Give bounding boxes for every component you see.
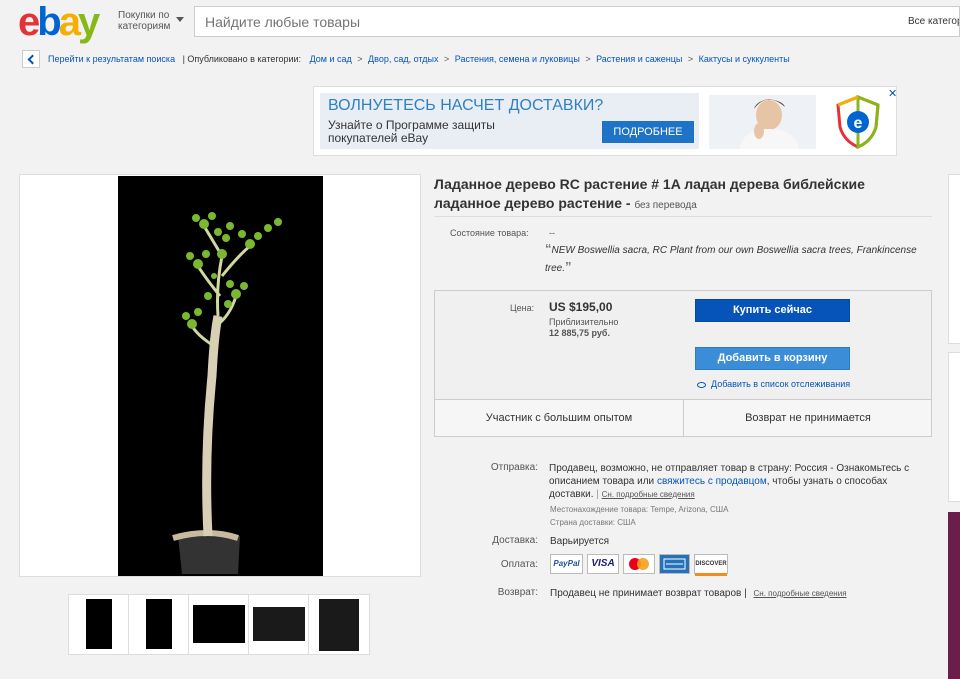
returns-info: Продавец не принимает возврат товаров | … xyxy=(550,587,847,600)
delivery-label: Доставка: xyxy=(492,535,538,546)
ships-to: Страна доставки: США xyxy=(550,518,636,527)
delivery-value: Варьируется xyxy=(550,536,610,547)
shop-by-category-button[interactable]: Покупки по категориям xyxy=(118,10,188,32)
boswellia-plant-photo xyxy=(118,176,323,576)
watchlist-label: Добавить в список отслеживания xyxy=(711,379,851,389)
condition-value: -- xyxy=(549,228,555,238)
svg-text:e: e xyxy=(854,115,863,132)
right-panel xyxy=(948,352,960,502)
buyer-protection-banner[interactable]: ВОЛНУЕТЕСЬ НАСЧЕТ ДОСТАВКИ? Узнайте о Пр… xyxy=(313,86,897,156)
main-product-image[interactable] xyxy=(19,174,421,577)
divider xyxy=(434,216,932,217)
thumbnail-image[interactable] xyxy=(189,595,249,654)
banner-headline: ВОЛНУЕТЕСЬ НАСЧЕТ ДОСТАВКИ? xyxy=(328,97,604,114)
shipping-info: Продавец, возможно, не отправляет товар … xyxy=(549,463,910,500)
breadcrumb-separator: > xyxy=(357,54,363,64)
paypal-icon: PayPal xyxy=(550,554,583,574)
ebay-logo[interactable]: ebay xyxy=(18,2,100,42)
amex-icon xyxy=(659,554,690,574)
category-select[interactable]: Все категории xyxy=(898,6,960,37)
thumbnail-image[interactable] xyxy=(309,595,369,654)
banner-more-button[interactable]: ПОДРОБНЕЕ xyxy=(602,121,694,143)
converted-price: 12 885,75 руб. xyxy=(549,328,610,338)
returns-label: Возврат: xyxy=(497,587,538,598)
price-box: Цена: US $195,00 Приблизительно 12 885,7… xyxy=(434,290,932,437)
visa-text: VISA xyxy=(591,558,615,569)
published-in-label: | Опубликовано в категории: xyxy=(182,54,302,64)
contact-seller-link[interactable]: свяжитесь с продавцом xyxy=(657,476,767,487)
visa-icon: VISA xyxy=(587,554,619,574)
breadcrumb-item[interactable]: Растения и саженцы xyxy=(596,54,682,64)
experienced-seller-badge: Участник с большим опытом xyxy=(485,412,633,424)
listing-title: Ладанное дерево RC растение # 1A ладан д… xyxy=(434,175,934,215)
price-value: US $195,00 xyxy=(549,300,613,314)
ad-choices-icon[interactable]: ✕ xyxy=(888,87,897,100)
seller-notes-text: NEW Boswellia sacra, RC Plant from our o… xyxy=(545,245,917,274)
thumbnail-photo xyxy=(193,605,245,643)
seller-info-strip: Участник с большим опытом Возврат не при… xyxy=(435,399,931,437)
no-translation-label: без перевода xyxy=(634,200,697,211)
close-quote-icon: ” xyxy=(565,259,572,274)
paypal-text: PayPal xyxy=(553,559,580,568)
search-box[interactable] xyxy=(194,6,899,37)
back-arrow-icon[interactable] xyxy=(22,50,40,68)
returns-value: Продавец не принимает возврат товаров | xyxy=(550,588,747,599)
banner-text-panel: ВОЛНУЕТЕСЬ НАСЧЕТ ДОСТАВКИ? Узнайте о Пр… xyxy=(320,93,699,149)
banner-subtext: Узнайте о Программе защиты покупателей e… xyxy=(328,118,495,145)
payment-label: Оплата: xyxy=(500,559,538,570)
item-location: Местонахождение товара: Tempe, Arizona, … xyxy=(550,505,729,514)
thumbnail-photo xyxy=(319,599,359,651)
thumbnail-strip xyxy=(68,594,370,655)
thumbnail-photo xyxy=(253,607,305,641)
price-label: Цена: xyxy=(510,303,535,313)
seller-notes: “NEW Boswellia sacra, RC Plant from our … xyxy=(545,241,925,277)
shipping-details-link[interactable]: Сн. подробные сведения xyxy=(602,490,695,499)
breadcrumb-separator: > xyxy=(585,54,591,64)
breadcrumb-separator: > xyxy=(443,54,450,64)
returns-details-link[interactable]: Сн. подробные сведения xyxy=(754,589,847,598)
search-input[interactable] xyxy=(195,7,898,36)
add-to-watchlist-link[interactable]: Добавить в список отслеживания xyxy=(697,379,850,389)
woman-thinking-image xyxy=(709,95,816,149)
shop-by-category-label: Покупки по категориям xyxy=(118,10,171,32)
thumbnail-image[interactable] xyxy=(69,595,129,654)
discover-icon: DISCOVER xyxy=(694,554,728,576)
breadcrumb-item[interactable]: Растения, семена и луковицы xyxy=(455,54,580,64)
thumbnail-image[interactable] xyxy=(129,595,189,654)
shield-icon: e xyxy=(834,94,882,150)
eye-icon xyxy=(697,381,706,388)
right-ad-panel xyxy=(948,512,960,679)
breadcrumb-separator: > xyxy=(687,54,694,64)
buy-now-button[interactable]: Купить сейчас xyxy=(695,299,850,322)
mastercard-icon xyxy=(623,554,655,574)
thumbnail-image[interactable] xyxy=(249,595,309,654)
back-to-results-link[interactable]: Перейти к результатам поиска xyxy=(48,54,175,64)
thumbnail-photo xyxy=(86,599,112,649)
add-to-cart-button[interactable]: Добавить в корзину xyxy=(695,347,850,370)
thumbnail-photo xyxy=(146,599,172,649)
condition-label: Состояние товара: xyxy=(450,228,529,238)
shipping-label: Отправка: xyxy=(490,462,538,473)
approx-label: Приблизительно xyxy=(549,317,619,327)
breadcrumb-item[interactable]: Двор, сад, отдых xyxy=(368,54,438,64)
right-panel xyxy=(948,174,960,344)
discover-text: DISCOVER xyxy=(695,555,727,576)
site-header: ebay Покупки по категориям Все категории xyxy=(0,0,960,44)
chevron-down-icon xyxy=(176,17,184,22)
no-returns-badge: Возврат не принимается xyxy=(745,412,871,424)
breadcrumb-item[interactable]: Дом и сад xyxy=(310,54,352,64)
breadcrumb-item[interactable]: Кактусы и суккуленты xyxy=(699,54,790,64)
